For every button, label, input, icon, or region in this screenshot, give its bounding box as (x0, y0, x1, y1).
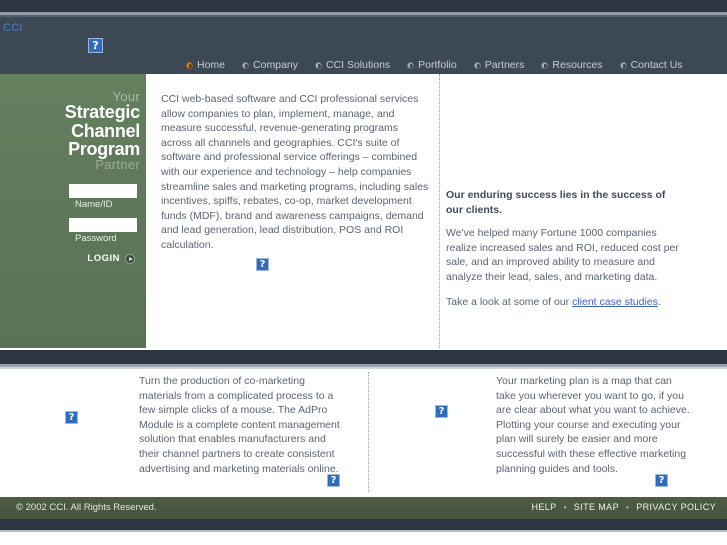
page-bottom-spacer (0, 532, 727, 545)
top-chrome-band (0, 0, 727, 12)
footer-link-site-map[interactable]: SITE MAP (574, 502, 619, 512)
vertical-divider-upper (439, 74, 440, 348)
nav-item-resources[interactable]: Resources (541, 59, 611, 71)
nav-label: Portfolio (418, 59, 457, 71)
nav-item-home[interactable]: Home (186, 59, 234, 71)
bullet-icon (407, 61, 415, 69)
nav-label: Partners (484, 59, 525, 71)
nav-item-company[interactable]: Company (242, 59, 307, 71)
tagline-line-2: Strategic (64, 102, 140, 123)
tagline-line-3: Channel Program (68, 120, 140, 159)
marketing-more-broken-image-icon[interactable] (655, 474, 668, 492)
vertical-divider-lower (368, 372, 369, 492)
success-column: Our enduring success lies in the success… (446, 188, 680, 310)
main-navigation: Home Company CCI Solutions Portfolio Par… (186, 56, 692, 74)
broken-image-icon (88, 38, 103, 53)
footer-separator: • (626, 502, 630, 512)
nav-item-cci-solutions[interactable]: CCI Solutions (314, 59, 399, 71)
bullet-icon (473, 61, 481, 69)
nav-item-portfolio[interactable]: Portfolio (407, 59, 466, 71)
footer-links: HELP • SITE MAP • PRIVACY POLICY (531, 502, 716, 512)
case-studies-prefix: Take a look at some of our (446, 296, 573, 309)
case-studies-paragraph: Take a look at some of our client case s… (446, 295, 680, 310)
marketing-column: Your marketing plan is a map that can ta… (496, 374, 691, 476)
nav-label: Resources (552, 59, 603, 71)
footer-link-privacy-policy[interactable]: PRIVACY POLICY (636, 502, 716, 512)
mid-divider-band (0, 350, 727, 364)
login-button[interactable]: LOGIN (0, 253, 137, 264)
bullet-icon (242, 61, 250, 69)
bullet-icon (541, 61, 549, 69)
nav-item-contact-us[interactable]: Contact Us (619, 59, 692, 71)
site-footer: © 2002 CCI. All Rights Reserved. HELP • … (0, 497, 727, 519)
brand-text[interactable]: CCI (3, 22, 23, 34)
nav-label: Home (197, 59, 226, 71)
client-case-studies-link[interactable]: client case studies (572, 296, 658, 308)
login-form: Name/ID Password LOGIN (0, 184, 146, 264)
broken-image-icon (256, 258, 269, 271)
success-heading: Our enduring success lies in the success… (446, 189, 666, 216)
arrow-circle-icon (125, 253, 135, 264)
intro-paragraph: CCI web-based software and CCI professio… (161, 93, 429, 251)
bullet-icon (619, 61, 627, 69)
broken-image-icon (65, 411, 78, 424)
nav-label: CCI Solutions (325, 59, 391, 71)
name-id-input[interactable] (69, 184, 137, 198)
tagline-line-1: Your (112, 89, 140, 104)
tagline-line-4: Partner (95, 157, 140, 173)
marketing-paragraph: Your marketing plan is a map that can ta… (496, 375, 690, 475)
adpro-column: Turn the production of co-marketing mate… (139, 374, 344, 476)
sidebar-tagline: Your Strategic Channel Program Partner (0, 74, 146, 172)
adpro-broken-image-icon[interactable] (65, 411, 78, 429)
login-button-label: LOGIN (87, 253, 120, 264)
nav-item-partners[interactable]: Partners (473, 59, 534, 71)
adpro-more-broken-image-icon[interactable] (327, 474, 340, 492)
nav-label: Company (253, 59, 298, 71)
marketing-broken-image-icon[interactable] (435, 405, 448, 423)
copyright-text: © 2002 CCI. All Rights Reserved. (16, 502, 157, 513)
logo-broken-image-icon[interactable] (88, 38, 103, 58)
broken-image-icon (327, 474, 340, 487)
intro-broken-image-icon[interactable] (256, 258, 269, 276)
case-studies-suffix: . (657, 296, 661, 309)
intro-column: CCI web-based software and CCI professio… (161, 92, 429, 253)
success-paragraph: We've helped many Fortune 1000 companies… (446, 227, 679, 283)
broken-image-icon (435, 405, 448, 418)
nav-label: Contact Us (630, 59, 683, 71)
broken-image-icon (655, 474, 668, 487)
footer-link-help[interactable]: HELP (531, 502, 556, 512)
password-label: Password (75, 233, 117, 244)
sidebar-panel: Your Strategic Channel Program Partner N… (0, 74, 146, 348)
name-id-label: Name/ID (75, 199, 113, 210)
bottom-chrome-band (0, 519, 727, 530)
footer-separator: • (563, 502, 567, 512)
password-input[interactable] (69, 218, 137, 232)
adpro-paragraph: Turn the production of co-marketing mate… (139, 375, 340, 475)
bullet-icon (186, 61, 193, 69)
bullet-icon (314, 61, 322, 69)
